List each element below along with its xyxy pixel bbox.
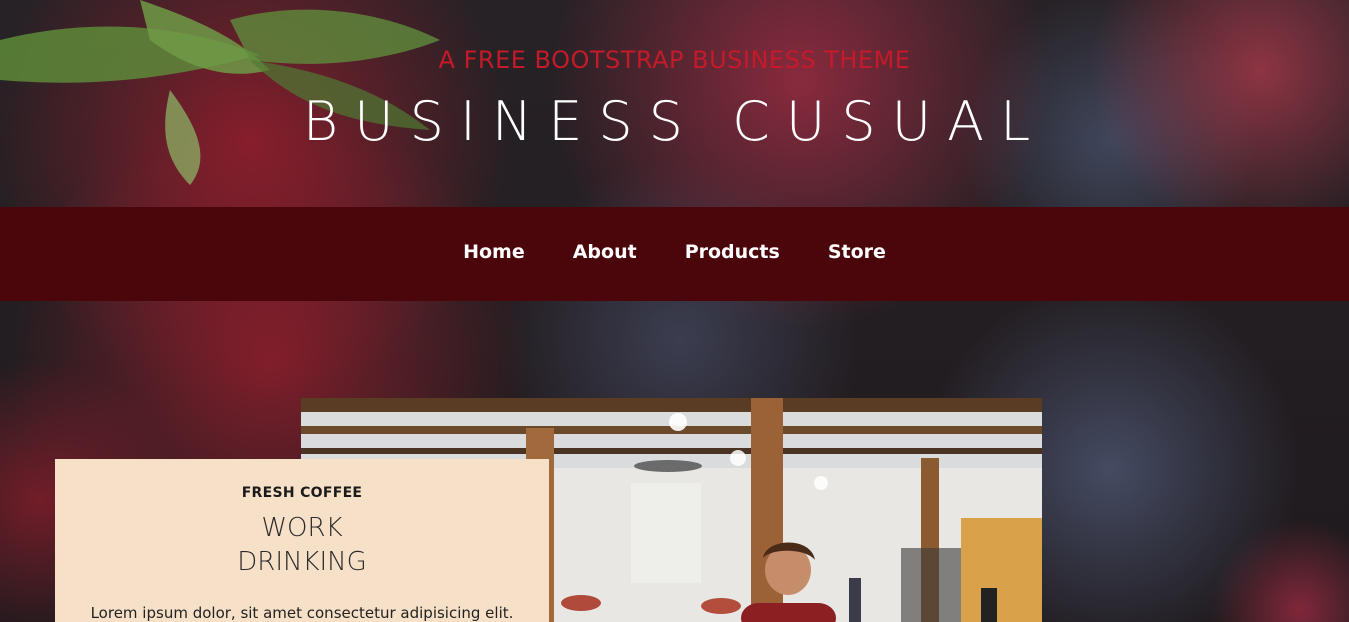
nav-item-store[interactable]: Store xyxy=(828,241,886,263)
promo-title: WORK DRINKING xyxy=(55,511,549,579)
main-navbar: Home About Products Store xyxy=(0,207,1349,301)
promo-title-line-1: WORK xyxy=(261,513,343,543)
site-title: BUSINESS CUSUAL xyxy=(302,90,1047,153)
nav-item-about[interactable]: About xyxy=(573,241,637,263)
nav-item-home[interactable]: Home xyxy=(463,241,525,263)
site-header: A FREE BOOTSTRAP BUSINESS THEME BUSINESS… xyxy=(0,0,1349,207)
nav-list: Home About Products Store xyxy=(0,241,1349,263)
promo-title-line-2: DRINKING xyxy=(237,547,367,577)
promo-body-text: Lorem ipsum dolor, sit amet consectetur … xyxy=(90,604,514,622)
promo-eyebrow: FRESH COFFEE xyxy=(241,485,363,501)
nav-item-products[interactable]: Products xyxy=(685,241,780,263)
site-tagline: A FREE BOOTSTRAP BUSINESS THEME xyxy=(438,46,911,74)
promo-card: FRESH COFFEE WORK DRINKING Lorem ipsum d… xyxy=(55,459,549,622)
